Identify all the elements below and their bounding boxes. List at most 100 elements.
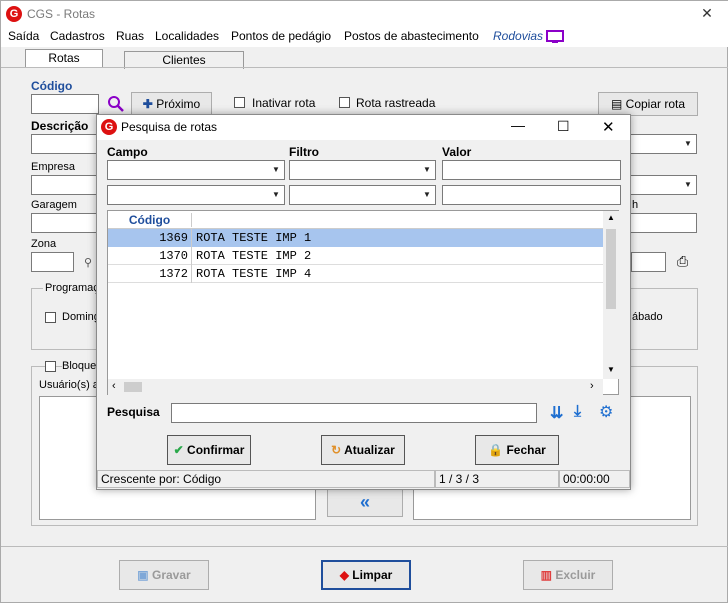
printer-icon[interactable]: ⎙ — [677, 253, 688, 270]
row-codigo: 1370 — [108, 247, 192, 265]
move-left-button[interactable]: « — [327, 489, 403, 517]
proximo-label: Próximo — [156, 97, 201, 111]
copiar-label: Copiar rota — [625, 97, 686, 111]
zona-field[interactable] — [31, 252, 74, 272]
descricao-label: Descrição — [31, 119, 89, 133]
refresh-icon: ↻ — [331, 443, 342, 457]
table-row[interactable]: 1370 ROTA TESTE IMP 2 — [108, 247, 604, 265]
menu-ruas[interactable]: Ruas — [116, 29, 144, 43]
status-order: Crescente por: Código — [97, 470, 435, 488]
programacao-label: Programaç — [43, 282, 101, 294]
expand-all-icon[interactable]: ⇊ — [550, 403, 563, 423]
valor-input-2[interactable] — [442, 185, 621, 205]
excluir-button[interactable]: ▥ Excluir — [523, 560, 613, 590]
binoculars-icon[interactable]: ⚲ — [84, 256, 92, 269]
fechar-label: Fechar — [506, 443, 546, 457]
valor-input-1[interactable] — [442, 160, 621, 180]
check-icon: ✔ — [173, 443, 184, 457]
gravar-button[interactable]: ▣ Gravar — [119, 560, 209, 590]
campo-label: Campo — [107, 145, 148, 159]
trash-icon: ▥ — [540, 568, 552, 582]
domingo-checkbox[interactable] — [45, 312, 56, 323]
gravar-label: Gravar — [151, 568, 191, 582]
empresa-label: Empresa — [31, 161, 76, 173]
row-nome: ROTA TESTE IMP 4 — [196, 267, 312, 281]
menu-localidades[interactable]: Localidades — [155, 29, 219, 43]
chevron-down-icon[interactable]: ▼ — [680, 176, 696, 194]
filtro-select-2[interactable]: ▼ — [289, 185, 436, 205]
menu-postos-abastecimento[interactable]: Postos de abastecimento — [344, 29, 479, 43]
codigo-label: Código — [31, 79, 73, 93]
bloqueio-label: Bloque — [62, 360, 99, 372]
results-grid: Código 1369 ROTA TESTE IMP 1 1370 ROTA T… — [107, 210, 619, 395]
limpar-label: Limpar — [352, 568, 393, 582]
fechar-button[interactable]: 🔒 Fechar — [475, 435, 559, 465]
menu-saida[interactable]: Saída — [8, 29, 39, 43]
confirmar-button[interactable]: ✔ Confirmar — [167, 435, 251, 465]
scroll-down-icon[interactable]: ▼ — [607, 365, 615, 374]
row-nome: ROTA TESTE IMP 1 — [196, 231, 312, 245]
domingo-label: Doming — [62, 311, 100, 323]
search-icon[interactable] — [107, 95, 125, 113]
row-codigo: 1372 — [108, 265, 192, 283]
monitor-icon — [546, 30, 564, 43]
chevron-down-icon[interactable]: ▼ — [268, 186, 284, 204]
table-row[interactable]: 1372 ROTA TESTE IMP 4 — [108, 265, 604, 283]
campo-select-1[interactable]: ▼ — [107, 160, 285, 180]
chevron-down-icon[interactable]: ▼ — [419, 186, 435, 204]
title-bar: G CGS - Rotas ✕ — [1, 1, 728, 27]
scroll-left-icon[interactable]: ‹ — [112, 380, 116, 392]
expand-bottom-icon[interactable]: ⤓ — [574, 403, 581, 421]
inativar-checkbox[interactable] — [234, 97, 245, 108]
pesquisa-input[interactable] — [171, 403, 537, 423]
filtro-label: Filtro — [289, 145, 319, 159]
campo-select-2[interactable]: ▼ — [107, 185, 285, 205]
vertical-scrollbar[interactable]: ▲ ▼ — [603, 211, 619, 379]
app-logo-icon: G — [6, 6, 22, 22]
lock-icon: 🔒 — [488, 443, 504, 457]
dialog-close-icon[interactable]: ✕ — [602, 118, 615, 136]
atualizar-button[interactable]: ↻ Atualizar — [321, 435, 405, 465]
row-codigo: 1369 — [108, 229, 192, 247]
h-scroll-thumb[interactable] — [124, 382, 142, 392]
valor-label: Valor — [442, 145, 472, 159]
save-icon: ▣ — [137, 568, 149, 582]
chevron-down-icon[interactable]: ▼ — [680, 135, 696, 153]
usuarios-label: Usuário(s) a — [39, 379, 99, 391]
bloqueio-checkbox[interactable] — [45, 361, 56, 372]
scroll-up-icon[interactable]: ▲ — [607, 213, 615, 222]
menu-pontos-pedagio[interactable]: Pontos de pedágio — [231, 29, 331, 43]
plus-icon: ✚ — [142, 97, 153, 111]
pesquisa-label: Pesquisa — [107, 405, 160, 419]
grid-header-codigo[interactable]: Código — [108, 213, 192, 227]
window-title: CGS - Rotas — [27, 7, 96, 21]
maximize-icon[interactable]: ☐ — [557, 118, 570, 135]
menu-cadastros[interactable]: Cadastros — [50, 29, 105, 43]
close-icon[interactable]: ✕ — [687, 1, 727, 25]
table-row[interactable]: 1369 ROTA TESTE IMP 1 — [108, 229, 604, 247]
menu-rodovias[interactable]: Rodovias — [493, 29, 543, 43]
chevron-down-icon[interactable]: ▼ — [419, 161, 435, 179]
copiar-rota-button[interactable]: ▤ Copiar rota — [598, 92, 698, 116]
grid-header: Código — [108, 211, 618, 229]
menu-bar: Saída Cadastros Ruas Localidades Pontos … — [1, 27, 728, 47]
proximo-button[interactable]: ✚ Próximo — [131, 92, 212, 116]
filtro-select-1[interactable]: ▼ — [289, 160, 436, 180]
footer-divider — [1, 546, 728, 547]
sabado-label: ábado — [632, 311, 663, 323]
chevron-down-icon[interactable]: ▼ — [268, 161, 284, 179]
zona-right-field[interactable] — [631, 252, 666, 272]
limpar-button[interactable]: ◆ Limpar — [321, 560, 411, 590]
scroll-right-icon[interactable]: › — [590, 380, 594, 392]
minimize-icon[interactable]: — — [511, 117, 525, 133]
gear-icon[interactable]: ⚙ — [599, 402, 613, 422]
scroll-thumb[interactable] — [606, 229, 616, 309]
tab-rotas[interactable]: Rotas — [25, 49, 103, 67]
horizontal-scrollbar[interactable]: ‹ › — [108, 379, 603, 395]
codigo-field[interactable] — [31, 94, 99, 114]
tab-divider — [1, 67, 728, 68]
rastreada-checkbox[interactable] — [339, 97, 350, 108]
rastreada-label: Rota rastreada — [356, 96, 436, 110]
eraser-icon: ◆ — [339, 568, 349, 582]
copy-icon: ▤ — [610, 97, 623, 111]
